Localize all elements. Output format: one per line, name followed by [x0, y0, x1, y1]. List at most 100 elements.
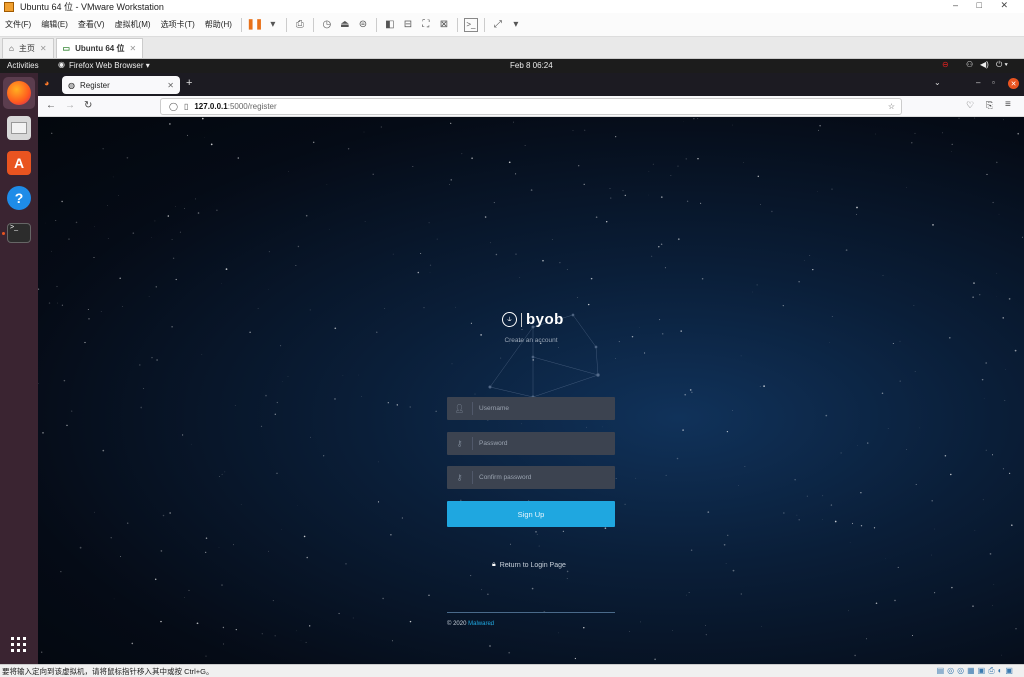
snapshot-manager-icon[interactable]: ⊜ — [356, 18, 370, 32]
window-controls[interactable]: – □ ✕ — [953, 0, 1016, 11]
star — [831, 316, 833, 317]
close-icon[interactable]: ✕ — [40, 44, 47, 53]
sign-up-button[interactable]: Sign Up — [447, 501, 615, 527]
device-status-icons[interactable]: ▤◎◎▦▣⎙◐▣ — [937, 666, 1016, 676]
reload-icon[interactable]: ↻ — [84, 100, 92, 111]
star — [51, 250, 52, 252]
terminal-view-icon[interactable]: >_ — [463, 17, 478, 32]
toolbar-separator — [312, 17, 314, 32]
star — [323, 455, 325, 457]
software-icon[interactable]: A — [7, 151, 31, 175]
close-window-icon[interactable]: ✕ — [1008, 78, 1019, 89]
star — [1001, 654, 1002, 656]
new-tab-icon[interactable]: + — [186, 77, 192, 89]
menu-help[interactable]: 帮助(H) — [200, 19, 237, 30]
shield-icon[interactable]: ◯ — [169, 102, 178, 111]
close-tab-icon[interactable]: ✕ — [167, 81, 174, 90]
pause-icon[interactable]: ❚❚ — [247, 18, 264, 32]
pocket-icon[interactable]: ♡ — [966, 100, 974, 111]
return-to-login-label: Return to Login Page — [499, 561, 566, 569]
star — [225, 268, 228, 270]
star — [1003, 119, 1004, 121]
dropdown-icon[interactable]: ▾ — [509, 18, 523, 32]
star — [162, 514, 165, 517]
activities-button[interactable]: Activities — [7, 61, 39, 70]
star — [155, 286, 157, 288]
tab-home[interactable]: ⌂ 主页 ✕ — [2, 38, 54, 58]
return-to-login-link[interactable]: 🔒︎ Return to Login Page — [492, 561, 566, 569]
star — [222, 626, 225, 629]
volume-icon[interactable]: ◀) — [980, 60, 989, 69]
bookmark-star-icon[interactable]: ☆ — [888, 102, 895, 111]
star — [629, 631, 630, 632]
star — [578, 165, 580, 167]
help-icon[interactable]: ? — [7, 186, 31, 210]
star — [860, 492, 862, 494]
star — [276, 401, 278, 404]
menu-edit[interactable]: 编辑(E) — [36, 19, 73, 30]
snapshot-icon[interactable]: ◷ — [320, 18, 334, 32]
star — [306, 556, 308, 559]
menu-tabs[interactable]: 选项卡(T) — [156, 19, 200, 30]
star — [659, 319, 661, 321]
footer-author-link[interactable]: Malwared — [468, 621, 494, 627]
username-input[interactable]: 👤︎ Username — [447, 397, 615, 420]
show-apps-icon[interactable] — [11, 637, 27, 653]
app-menu[interactable]: Firefox Web Browser ▾ — [69, 61, 150, 70]
star — [107, 237, 109, 239]
tab-ubuntu[interactable]: ▭ Ubuntu 64 位 ✕ — [55, 38, 144, 58]
unity-icon[interactable]: ⊠ — [437, 18, 451, 32]
star — [524, 145, 526, 146]
revert-snapshot-icon[interactable]: ⏏ — [338, 18, 352, 32]
star — [342, 374, 344, 376]
star — [38, 382, 39, 385]
firefox-icon[interactable] — [7, 81, 31, 105]
firefox-view-icon[interactable]: ◕ — [44, 78, 49, 88]
menu-file[interactable]: 文件(F) — [0, 19, 36, 30]
extensions-icon[interactable]: ⎘ — [986, 100, 993, 111]
power-icon[interactable]: ⏻ ▾ — [996, 60, 1008, 70]
fullscreen-icon[interactable]: ⛶ — [419, 18, 433, 32]
stretch-icon[interactable]: ⤢ — [491, 18, 505, 32]
clock[interactable]: Feb 8 06:24 — [510, 61, 553, 70]
page-info-icon[interactable]: ▯ — [184, 102, 188, 111]
user-icon: 👤︎ — [447, 402, 473, 415]
star — [562, 530, 565, 533]
star — [513, 121, 514, 123]
confirm-password-input[interactable]: ⚷ Confirm password — [447, 466, 615, 489]
star — [648, 171, 650, 172]
star — [881, 392, 884, 395]
send-keys-icon[interactable]: ⎙ — [293, 18, 307, 32]
password-input[interactable]: ⚷ Password — [447, 432, 615, 455]
terminal-icon[interactable]: >_ — [7, 223, 31, 243]
star — [423, 307, 425, 309]
menu-vm[interactable]: 虚拟机(M) — [110, 19, 156, 30]
sidebar-icon[interactable]: ◧ — [383, 18, 397, 32]
forward-icon[interactable]: → — [65, 100, 75, 111]
star — [515, 173, 517, 175]
star — [493, 202, 495, 204]
menu-view[interactable]: 查看(V) — [73, 19, 110, 30]
dropdown-icon[interactable]: ▾ — [266, 18, 280, 32]
star — [685, 594, 687, 596]
star — [725, 563, 727, 564]
tab-title: Register — [79, 80, 110, 90]
star — [639, 621, 641, 623]
minimize-icon[interactable]: – — [976, 78, 980, 87]
star — [622, 190, 624, 192]
console-view-icon[interactable]: ⊟ — [401, 18, 415, 32]
close-icon[interactable]: ✕ — [129, 44, 136, 53]
star — [102, 148, 104, 150]
list-tabs-icon[interactable]: ⌄ — [934, 78, 941, 87]
star — [981, 378, 984, 381]
url-bar[interactable]: ◯ ▯ 127.0.0.1:5000/register ☆ — [160, 98, 902, 115]
star — [830, 504, 833, 506]
back-icon[interactable]: ← — [46, 100, 56, 111]
star — [358, 374, 359, 376]
star — [894, 599, 896, 602]
browser-tab-register[interactable]: ◍ Register ✕ — [62, 76, 180, 94]
hamburger-menu-icon[interactable]: ≡ — [1005, 99, 1011, 110]
maximize-icon[interactable]: ▫ — [992, 78, 995, 87]
files-icon[interactable] — [7, 116, 31, 140]
network-icon[interactable]: ⚇ — [966, 60, 973, 69]
